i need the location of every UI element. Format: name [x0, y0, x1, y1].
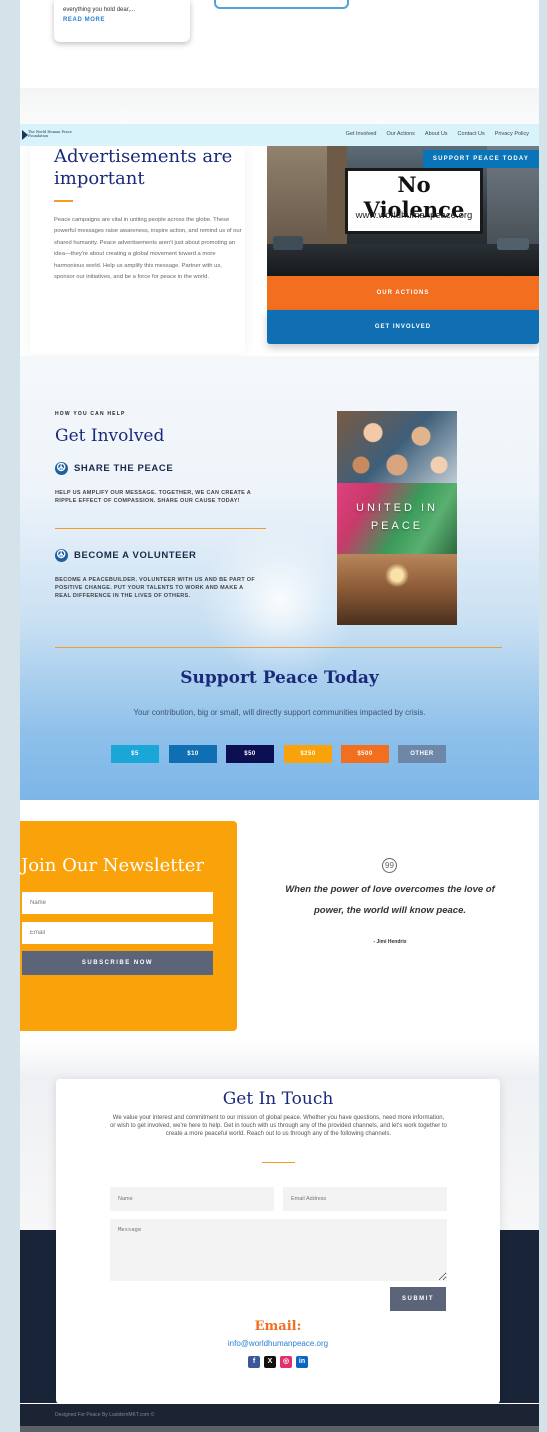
nav-link-get-involved[interactable]: Get Involved: [346, 131, 377, 137]
facebook-icon[interactable]: f: [248, 1356, 260, 1368]
contact-message-input[interactable]: [110, 1219, 447, 1281]
get-involved-button[interactable]: GET INVOLVED: [267, 310, 539, 344]
contact-email-input[interactable]: [283, 1187, 447, 1211]
feature-title: SHARE THE PEACE: [74, 463, 174, 474]
photo-group-huddle: [337, 411, 457, 483]
peace-icon: ☮: [55, 462, 68, 475]
involved-title: Get Involved: [55, 426, 165, 446]
quote-text: When the power of love overcomes the lov…: [285, 884, 495, 916]
support-peace-tag[interactable]: SUPPORT PEACE TODAY: [423, 150, 539, 168]
blog-excerpt: everything you hold dear,...: [63, 7, 136, 13]
newsletter-title: Join Our Newsletter: [21, 855, 204, 876]
logo-text: The World Human Peace Foundation: [28, 130, 72, 138]
peace-icon: ☮: [55, 549, 68, 562]
email-label: Email:: [254, 1319, 302, 1334]
navbar: The World Human Peace Foundation Get Inv…: [20, 124, 539, 146]
donate-10-button[interactable]: $10: [169, 745, 217, 763]
blog-card-button[interactable]: [214, 0, 349, 9]
support-subtitle: Your contribution, big or small, will di…: [133, 708, 426, 717]
page-margin: [539, 0, 547, 1432]
newsletter-email-input[interactable]: [22, 922, 213, 944]
nav-link-about-us[interactable]: About Us: [425, 131, 448, 137]
linkedin-icon[interactable]: in: [296, 1356, 308, 1368]
quote-author: - Jimi Hendrix: [373, 939, 407, 945]
newsletter-name-input[interactable]: [22, 892, 213, 914]
photo-caption: UNITED IN PEACE: [356, 502, 438, 532]
our-actions-button[interactable]: OUR ACTIONS: [267, 276, 539, 310]
section-spacer: [20, 88, 539, 124]
nav-links: Get Involved Our Actions About Us Contac…: [346, 131, 529, 137]
read-more-link[interactable]: READ MORE: [63, 17, 181, 23]
site-logo[interactable]: The World Human Peace Foundation: [22, 130, 92, 142]
donate-500-button[interactable]: $500: [341, 745, 389, 763]
feature-body: BECOME A PEACEBUILDER. VOLUNTEER WITH US…: [55, 577, 256, 599]
instagram-icon[interactable]: ◎: [280, 1356, 292, 1368]
email-link[interactable]: info@worldhumanpeace.org: [56, 1339, 500, 1348]
blog-card[interactable]: everything you hold dear,... READ MORE: [54, 0, 190, 42]
photo-united-in-peace: UNITED IN PEACE: [337, 483, 457, 554]
donate-5-button[interactable]: $5: [111, 745, 159, 763]
nav-link-our-actions[interactable]: Our Actions: [386, 131, 414, 137]
nav-link-privacy-policy[interactable]: Privacy Policy: [495, 131, 529, 137]
nav-link-contact-us[interactable]: Contact Us: [458, 131, 485, 137]
donate-50-button[interactable]: $50: [226, 745, 274, 763]
ads-body: Peace campaigns are vital in uniting peo…: [54, 217, 242, 281]
donate-250-button[interactable]: $250: [284, 745, 332, 763]
ads-title: Advertisements are important: [54, 146, 233, 189]
sun-glow: [200, 520, 360, 680]
feature-title: BECOME A VOLUNTEER: [74, 550, 197, 561]
contact-title: Get In Touch: [222, 1089, 334, 1109]
contact-name-input[interactable]: [110, 1187, 274, 1211]
subscribe-button[interactable]: SUBSCRIBE NOW: [22, 951, 213, 975]
feature-body: HELP US AMPLIFY OUR MESSAGE. TOGETHER, W…: [55, 490, 251, 504]
involved-kicker: HOW YOU CAN HELP: [55, 411, 126, 417]
ads-divider: [54, 200, 73, 202]
footer-credit: Designed For Peace By LastdemMKT.com ©: [55, 1412, 155, 1418]
contact-submit-button[interactable]: SUBMIT: [390, 1287, 446, 1311]
x-icon[interactable]: X: [264, 1356, 276, 1368]
support-title: Support Peace Today: [180, 668, 379, 688]
contact-body: We value your interest and commitment to…: [110, 1115, 447, 1138]
photo-hands-together: [337, 554, 457, 625]
support-divider: [55, 647, 502, 648]
feature-share-the-peace: ☮ SHARE THE PEACE: [55, 462, 173, 475]
feature-divider: [55, 528, 266, 529]
quote-icon: 99: [382, 858, 397, 873]
feature-become-volunteer: ☮ BECOME A VOLUNTEER: [55, 549, 197, 562]
contact-divider: [262, 1162, 295, 1163]
social-links: f X ◎ in: [248, 1356, 308, 1368]
billboard-url: www.worldhumanpeace.org: [355, 210, 473, 221]
donate-other-button[interactable]: OTHER: [398, 745, 446, 763]
bottom-strip: [20, 1426, 539, 1432]
